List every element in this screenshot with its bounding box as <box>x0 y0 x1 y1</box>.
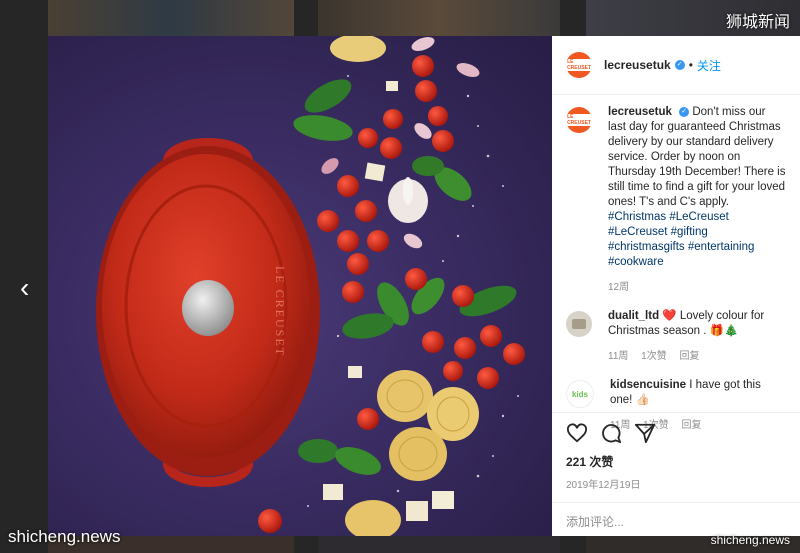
post-actions: 221 次赞 2019年12月19日 <box>552 412 800 499</box>
verified-badge-icon: ✓ <box>679 106 690 117</box>
reply-button[interactable]: 回复 <box>680 351 700 362</box>
pot-brand-text: LE CREUSET <box>273 266 287 357</box>
follow-button[interactable]: 关注 <box>697 57 721 74</box>
caption-body: lecreusetuk ✓ Don't miss our last day fo… <box>608 105 786 295</box>
watermark-bottom-right: shicheng.news <box>710 533 790 547</box>
avatar-logo-text: LE CREUSET <box>565 114 593 126</box>
separator-dot: • <box>688 58 693 72</box>
commenter-avatar[interactable]: kids <box>566 380 594 408</box>
profile-avatar[interactable]: LE CREUSET <box>565 52 593 78</box>
post-header: LE CREUSET lecreusetuk ✓ • 关注 <box>552 36 800 95</box>
caption: LE CREUSET lecreusetuk ✓ Don't miss our … <box>565 105 786 295</box>
verified-badge-icon: ✓ <box>674 60 685 70</box>
post-date: 2019年12月19日 <box>566 480 641 491</box>
post-image: LE CREUSET <box>48 36 552 536</box>
comment-likes[interactable]: 1次赞 <box>641 351 667 362</box>
post-sidebar: LE CREUSET lecreusetuk ✓ • 关注 LE CREUSET… <box>552 36 800 536</box>
comment-username[interactable]: kidsencuisine <box>610 379 686 391</box>
comment-body: dualit_ltd ❤️ Lovely colour for Christma… <box>608 309 786 364</box>
caption-text: Don't miss our last day for guaranteed C… <box>608 106 786 208</box>
comments-list: LE CREUSET lecreusetuk ✓ Don't miss our … <box>552 95 800 431</box>
comment-item: dualit_ltd ❤️ Lovely colour for Christma… <box>566 309 786 364</box>
comment-input[interactable] <box>566 515 766 529</box>
watermark-top: 狮城新闻 <box>725 14 790 31</box>
comment-age: 11周 <box>608 351 629 362</box>
commenter-avatar[interactable] <box>566 311 592 337</box>
header-username[interactable]: lecreusetuk <box>604 58 671 72</box>
caption-username[interactable]: lecreusetuk <box>608 106 672 118</box>
add-comment-bar <box>552 502 800 536</box>
caption-avatar[interactable]: LE CREUSET <box>565 107 593 133</box>
share-icon[interactable] <box>634 422 656 444</box>
toaster-avatar-icon <box>572 319 586 329</box>
comment-username[interactable]: dualit_ltd <box>608 310 659 322</box>
thumbnail[interactable] <box>318 0 560 38</box>
watermark-bottom-left: shicheng.news <box>8 527 121 546</box>
comment-icon[interactable] <box>600 422 622 444</box>
previous-arrow-icon[interactable]: ‹ <box>20 274 29 302</box>
post-image-art: LE CREUSET <box>96 36 525 536</box>
avatar-logo-text: LE CREUSET <box>565 59 593 71</box>
caption-hashtags[interactable]: #Christmas #LeCreuset #LeCreuset #giftin… <box>608 211 754 268</box>
heart-icon[interactable] <box>566 423 588 443</box>
caption-meta: 12周 <box>608 280 786 295</box>
likes-count[interactable]: 221 次赞 <box>566 453 786 470</box>
comment-meta: 11周 1次赞 回复 <box>608 349 786 364</box>
thumbnail[interactable] <box>48 0 294 38</box>
thumbnail[interactable] <box>318 533 560 553</box>
caption-age: 12周 <box>608 282 630 293</box>
